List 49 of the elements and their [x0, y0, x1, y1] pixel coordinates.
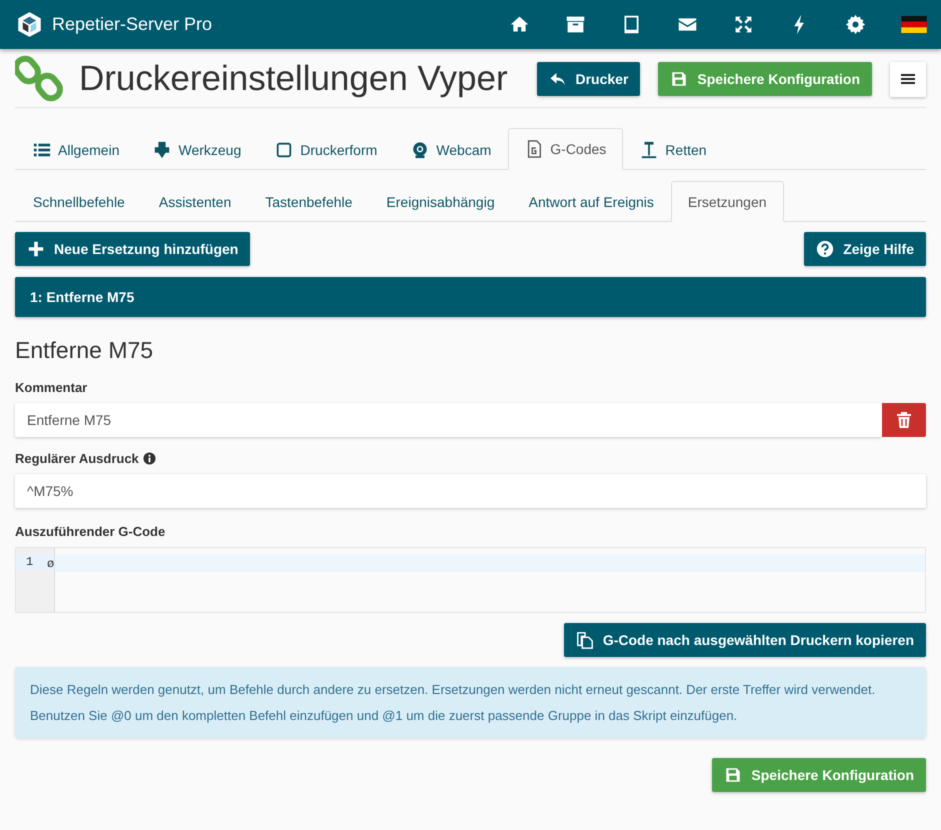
info-text: Benutzen Sie @0 um den kompletten Befehl einzufügen und @1 um die zuerst passende Gruppe in das Skript einzufügen.: [30, 707, 738, 725]
section-title: Entferne M75: [15, 337, 154, 364]
document-icon: [525, 140, 544, 158]
chain-link-icon: [15, 55, 63, 103]
gcode-subtab[interactable]: Assistenten: [142, 181, 248, 222]
german-flag-icon[interactable]: [901, 16, 927, 33]
back-button[interactable]: Drucker: [536, 62, 640, 96]
field-label: Regulärer Ausdruck: [15, 451, 139, 466]
app-title: Repetier-Server Pro: [52, 14, 212, 35]
question-icon: [816, 240, 834, 258]
plus-icon: [27, 240, 45, 258]
probe-icon: [640, 140, 658, 158]
replacement-item[interactable]: 1: Entferne M75: [15, 277, 926, 317]
menu-icon: [901, 73, 915, 85]
copy-icon: [576, 631, 594, 649]
info-icon[interactable]: [142, 452, 156, 465]
code-editor[interactable]: 1 ø: [15, 547, 926, 613]
delete-button[interactable]: [882, 403, 926, 437]
settings-tab[interactable]: Allgemein: [16, 128, 136, 170]
field-label: Kommentar: [15, 380, 88, 395]
archive-icon[interactable]: [565, 14, 586, 35]
code-text: ø: [47, 557, 54, 571]
page-title: Druckereinstellungen Vyper: [79, 59, 509, 99]
menu-button[interactable]: [890, 62, 926, 96]
settings-tab[interactable]: Werkzeug: [136, 128, 258, 170]
gcode-subtab[interactable]: Ersetzungen: [670, 181, 784, 222]
settings-icon[interactable]: [845, 14, 866, 35]
square-icon: [275, 140, 294, 158]
copy-gcode-button[interactable]: G-Code nach ausgewählten Druckern kopieren: [564, 623, 926, 657]
settings-tab[interactable]: Retten: [623, 128, 724, 170]
comment-field[interactable]: Entferne M75: [15, 403, 882, 437]
help-button[interactable]: Zeige Hilfe: [804, 232, 926, 266]
list-icon: [33, 140, 51, 158]
settings-tab[interactable]: Druckerform: [258, 128, 394, 170]
cube-logo-icon: [16, 11, 43, 38]
trash-icon: [896, 411, 912, 429]
gcode-subtab[interactable]: Antwort auf Ereignis: [512, 181, 671, 222]
tool-icon: [153, 140, 172, 158]
settings-tab[interactable]: G-Codes: [508, 128, 624, 170]
field-label: Auszuführender G-Code: [15, 524, 166, 539]
fullscreen-icon[interactable]: [733, 14, 754, 35]
add-replacement-button[interactable]: Neue Ersetzung hinzufügen: [15, 232, 250, 266]
gcode-subtab[interactable]: Tastenbefehle: [248, 181, 370, 222]
settings-tab[interactable]: Webcam: [394, 128, 508, 170]
regex-field[interactable]: ^M75%: [15, 474, 926, 508]
gcode-subtab[interactable]: Ereignisabhängig: [369, 181, 512, 222]
webcam-icon: [411, 140, 430, 158]
gcode-subtab[interactable]: Schnellbefehle: [16, 181, 142, 222]
info-text: Diese Regeln werden genutzt, um Befehle durch andere zu ersetzen. Ersetzungen werden nicht erneut gescannt. Der erste Treffer wird verwendet.: [30, 681, 876, 699]
